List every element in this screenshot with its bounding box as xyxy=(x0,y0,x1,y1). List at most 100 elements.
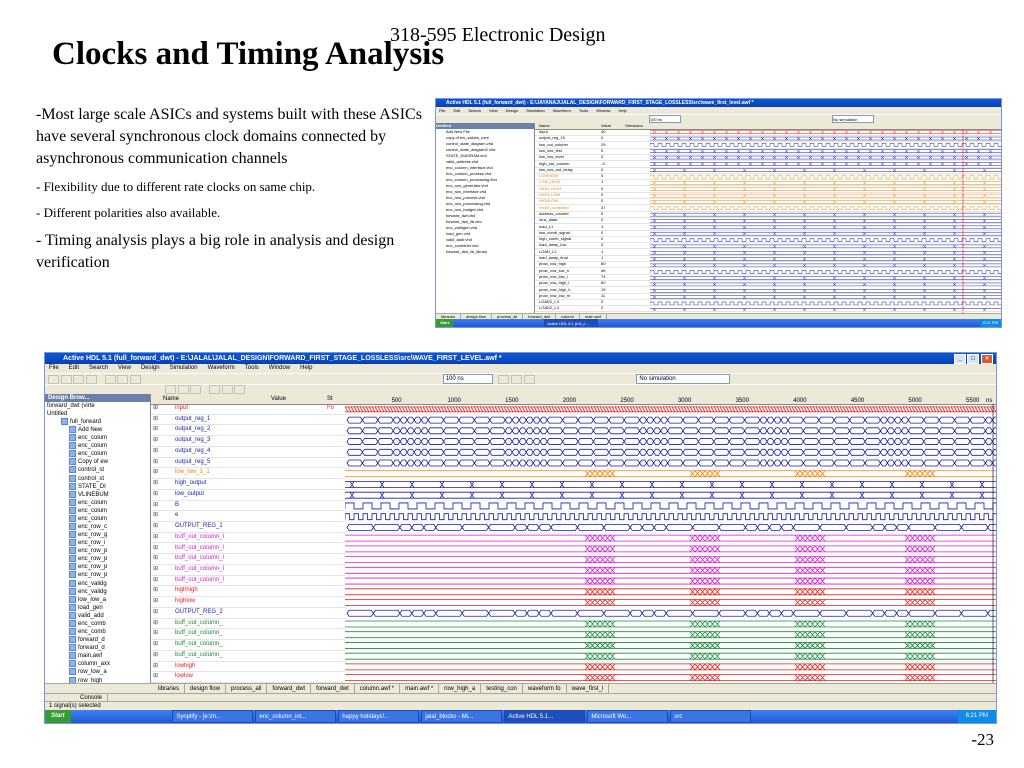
tree-item[interactable]: enc_validg xyxy=(45,579,150,588)
signal-row[interactable]: ⊞ output_reg_2 xyxy=(151,425,345,437)
menu-tools[interactable]: Tools xyxy=(579,107,588,114)
tree-item[interactable]: low_low_a xyxy=(45,595,150,604)
close-button[interactable]: × xyxy=(981,354,993,364)
minimize-button[interactable]: _ xyxy=(954,354,966,364)
taskbar-item[interactable]: Active HDL 5.1... xyxy=(504,710,586,723)
menu-help[interactable]: Help xyxy=(300,364,312,373)
tree-item[interactable]: enc_colum xyxy=(45,498,150,507)
signal-row[interactable]: ⊞ highlow xyxy=(151,597,345,608)
tree-subtitle[interactable]: Untitled xyxy=(45,410,150,418)
tree-item[interactable]: enc_row_i xyxy=(45,539,150,547)
tree-item[interactable]: load_gen xyxy=(45,603,150,612)
tree-item[interactable]: control_st xyxy=(45,474,150,483)
expand-icon[interactable]: ⊞ xyxy=(153,662,158,672)
zoom-in-icon[interactable] xyxy=(165,385,176,394)
col-name-header[interactable]: Name xyxy=(163,394,179,404)
tree-item[interactable]: enc_row_p xyxy=(45,555,150,563)
signal-row[interactable]: ⊞ B xyxy=(151,501,345,512)
print-icon[interactable] xyxy=(86,375,98,384)
bookmark-icon[interactable] xyxy=(221,385,233,394)
small-signal-row[interactable]: LOAD2_L4 0 xyxy=(535,305,1001,313)
menu-search[interactable]: Search xyxy=(89,364,108,373)
tree-item[interactable]: main.awf xyxy=(45,652,150,660)
menu-file[interactable]: File xyxy=(49,364,59,373)
expand-icon[interactable]: ⊞ xyxy=(153,619,158,629)
tree-item[interactable]: STATE_DI xyxy=(45,482,150,491)
tree-item[interactable]: enc_row_p xyxy=(45,563,150,571)
tree-item[interactable]: Copy of ew xyxy=(45,458,150,466)
expand-icon[interactable]: ⊞ xyxy=(153,447,158,457)
tree-item[interactable]: enc_colum xyxy=(45,450,150,458)
tree-item[interactable]: VLINEBUM xyxy=(45,490,150,499)
tree-item[interactable]: enc_row_p xyxy=(45,571,150,579)
tree-item[interactable]: enc_colum xyxy=(45,506,150,515)
run-icon[interactable] xyxy=(498,375,510,384)
taskbar-item[interactable]: jalal_blocks - Mi... xyxy=(421,710,503,723)
cursor-icon[interactable] xyxy=(209,385,221,394)
tree-root[interactable]: forward_dwt (virte xyxy=(45,402,150,410)
save-icon[interactable] xyxy=(73,375,85,384)
menu-search[interactable]: Search xyxy=(468,107,481,114)
signal-row[interactable]: ⊞ buff_out_column_ xyxy=(151,651,345,662)
new-file-icon[interactable] xyxy=(48,375,59,384)
tree-item[interactable]: enc_colum xyxy=(45,442,150,450)
signal-row[interactable]: ⊞ OUTPUT_REG_2 xyxy=(151,608,345,619)
small-task-activehdl[interactable]: Active HDL 5.1 (full_f... xyxy=(544,319,599,327)
main-time-field[interactable]: 100 ns xyxy=(442,374,493,384)
cut-icon[interactable] xyxy=(104,375,116,384)
zoom-fit-icon[interactable] xyxy=(190,385,202,394)
menu-help[interactable]: Help xyxy=(618,107,626,114)
menu-window[interactable]: Window xyxy=(596,107,610,114)
menu-edit[interactable]: Edit xyxy=(69,364,79,373)
signal-row[interactable]: ⊞ buff_out_column_l xyxy=(151,565,345,576)
taskbar-item[interactable]: happy holidays!... xyxy=(338,710,420,723)
zoom-out-icon[interactable] xyxy=(177,385,189,394)
signal-row[interactable]: ⊞ buff_out_column_ xyxy=(151,629,345,641)
menu-tools[interactable]: Tools xyxy=(245,364,259,373)
tree-item[interactable]: forward_d xyxy=(45,636,150,644)
tree-item[interactable]: full_forward xyxy=(45,418,150,426)
menu-file[interactable]: File xyxy=(439,107,445,114)
menu-waveform[interactable]: Waveform xyxy=(553,107,571,114)
expand-icon[interactable]: ⊞ xyxy=(153,404,158,414)
expand-icon[interactable]: ⊞ xyxy=(153,436,158,446)
col-stim-header[interactable]: St xyxy=(327,394,333,404)
signal-row[interactable]: ⊞ input Fo xyxy=(151,404,345,415)
expand-icon[interactable]: ⊞ xyxy=(153,651,158,661)
expand-icon[interactable]: ⊞ xyxy=(153,597,158,607)
tree-item[interactable]: enc_validg xyxy=(45,587,150,596)
expand-icon[interactable]: ⊞ xyxy=(153,425,158,435)
expand-icon[interactable]: ⊞ xyxy=(153,511,158,521)
expand-icon[interactable]: ⊞ xyxy=(153,672,158,682)
expand-icon[interactable]: ⊞ xyxy=(153,565,158,575)
signal-row[interactable]: ⊞ buff_out_column_ xyxy=(151,619,345,630)
expand-icon[interactable]: ⊞ xyxy=(153,586,158,596)
copy-icon[interactable] xyxy=(117,375,129,384)
signal-row[interactable]: ⊞ buff_out_column_l xyxy=(151,533,345,544)
signal-row[interactable]: ⊞ OUTPUT_REG_1 xyxy=(151,522,345,533)
signal-row[interactable]: ⊞ output_reg_1 xyxy=(151,415,345,426)
menu-simulation[interactable]: Simulation xyxy=(170,364,198,373)
signal-row[interactable]: ⊞ high_output xyxy=(151,479,345,490)
taskbar-item[interactable]: Microsoft Wo... xyxy=(587,710,669,723)
step-icon[interactable] xyxy=(511,375,523,384)
menu-edit[interactable]: Edit xyxy=(453,107,460,114)
signal-row[interactable]: ⊞ output_reg_4 xyxy=(151,447,345,458)
tree-item[interactable]: valid_add xyxy=(45,611,150,620)
expand-icon[interactable]: ⊞ xyxy=(153,479,158,489)
expand-icon[interactable]: ⊞ xyxy=(153,640,158,650)
signal-row[interactable]: ⊞ lowlow xyxy=(151,672,345,683)
small-tree-item[interactable]: forward_dwt_lib_library xyxy=(436,249,534,255)
expand-icon[interactable]: ⊞ xyxy=(153,415,158,425)
tree-item[interactable]: enc_comb xyxy=(45,628,150,636)
find-icon[interactable] xyxy=(234,385,246,394)
taskbar-item[interactable]: Synplify - [e:\m... xyxy=(172,710,254,723)
expand-icon[interactable]: ⊞ xyxy=(153,544,158,554)
tree-item[interactable]: enc_row_p xyxy=(45,547,150,555)
expand-icon[interactable]: ⊞ xyxy=(153,608,158,618)
signal-row[interactable]: ⊞ buff_out_column_l xyxy=(151,554,345,565)
tree-item[interactable]: forward_d xyxy=(45,644,150,652)
tree-item[interactable]: enc_colum xyxy=(45,434,150,442)
expand-icon[interactable]: ⊞ xyxy=(153,490,158,500)
taskbar-item[interactable]: src xyxy=(670,710,752,723)
